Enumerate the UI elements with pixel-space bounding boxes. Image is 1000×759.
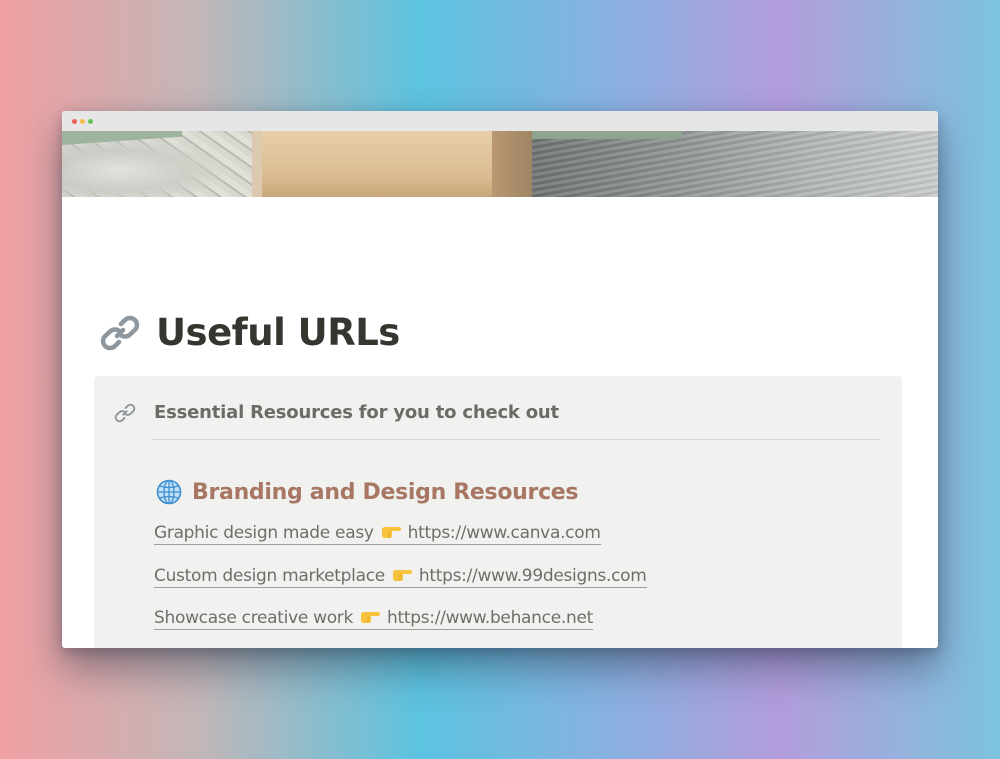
globe-icon xyxy=(156,479,182,505)
minimize-dot-icon[interactable] xyxy=(80,118,85,124)
link-label: Showcase creative work xyxy=(154,608,354,628)
pointing-right-icon xyxy=(391,567,413,581)
divider xyxy=(152,439,880,440)
link-label: Custom design marketplace xyxy=(154,566,385,586)
app-window: Useful URLs Essential Resources for you … xyxy=(62,111,938,648)
window-titlebar xyxy=(62,111,938,131)
section-heading: Branding and Design Resources xyxy=(156,479,579,505)
link-icon[interactable] xyxy=(100,313,140,353)
callout-block: Essential Resources for you to check out… xyxy=(94,376,902,648)
link-row-behance[interactable]: Showcase creative work https://www.behanc… xyxy=(154,608,593,630)
link-url[interactable]: https://www.canva.com xyxy=(408,523,601,543)
callout-heading: Essential Resources for you to check out xyxy=(154,402,559,423)
page-cover-image xyxy=(62,131,938,197)
link-row-canva[interactable]: Graphic design made easy https://www.canv… xyxy=(154,523,601,545)
link-url[interactable]: https://www.behance.net xyxy=(387,608,593,628)
link-icon[interactable] xyxy=(114,402,136,424)
page-title-block: Useful URLs xyxy=(100,311,400,354)
cover-wood-texture xyxy=(532,131,938,197)
link-label: Graphic design made easy xyxy=(154,523,374,543)
close-dot-icon[interactable] xyxy=(72,118,77,124)
cover-green-bar xyxy=(532,131,682,139)
pointing-right-icon xyxy=(359,609,381,623)
pointing-right-icon xyxy=(380,524,402,538)
section-title: Branding and Design Resources xyxy=(192,479,579,505)
link-url[interactable]: https://www.99designs.com xyxy=(419,566,647,586)
maximize-dot-icon[interactable] xyxy=(88,118,93,124)
page-title: Useful URLs xyxy=(156,311,400,354)
link-row-99designs[interactable]: Custom design marketplace https://www.99d… xyxy=(154,566,647,588)
